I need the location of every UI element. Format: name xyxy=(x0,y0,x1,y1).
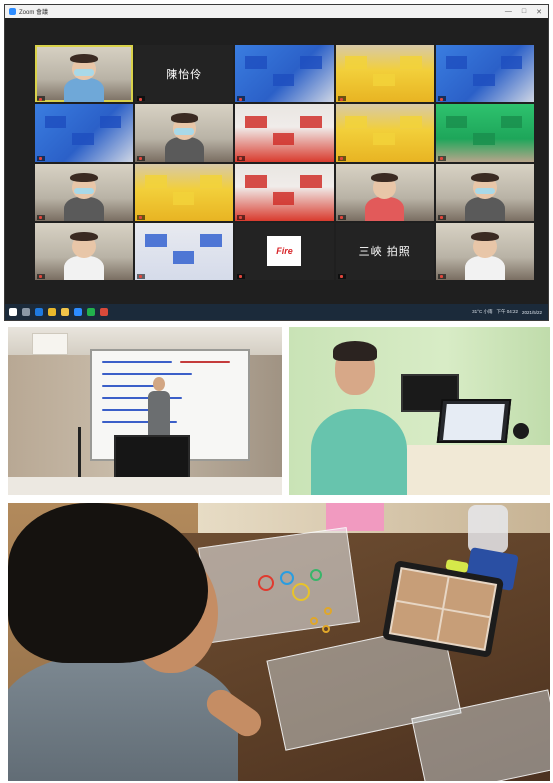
participant-tile[interactable] xyxy=(235,163,334,221)
webcam xyxy=(513,423,529,439)
participant-tile[interactable] xyxy=(435,104,534,162)
participant-tile[interactable] xyxy=(435,222,534,280)
participant-label xyxy=(437,155,446,161)
tray-time: 下午 04:22 xyxy=(496,309,518,314)
muted-mic-icon xyxy=(339,156,343,160)
participant-tile[interactable]: 陳怡伶 xyxy=(135,45,234,103)
participant-tile[interactable] xyxy=(35,45,134,103)
start-icon[interactable] xyxy=(9,308,17,316)
participant-tile[interactable] xyxy=(235,104,334,162)
participant-tile[interactable]: Fire xyxy=(235,222,334,280)
video-gallery: 陳怡伶 Fire 三峽 拍照 xyxy=(35,45,534,280)
zoom-app-icon xyxy=(9,8,16,15)
participant-label xyxy=(37,155,45,161)
participant-label xyxy=(337,155,346,161)
participant-label xyxy=(437,96,446,102)
window-titlebar: Zoom 會議 — □ ✕ xyxy=(5,5,548,18)
muted-mic-icon xyxy=(39,275,42,279)
zoom-taskbar-icon[interactable] xyxy=(74,308,82,316)
muted-mic-icon xyxy=(239,216,243,220)
boy-with-tablet-photo xyxy=(8,503,550,781)
muted-mic-icon xyxy=(139,216,143,220)
app-icon[interactable] xyxy=(100,308,108,316)
participant-tile[interactable] xyxy=(135,222,234,280)
participant-label xyxy=(237,96,246,102)
participant-tile[interactable] xyxy=(335,45,434,103)
folder-icon[interactable] xyxy=(61,308,69,316)
participant-label xyxy=(437,214,446,220)
participant-label xyxy=(337,96,346,102)
participant-tile[interactable] xyxy=(335,163,434,221)
participant-name-display: 三峽 拍照 xyxy=(358,246,411,259)
system-tray: 31°C 小雨 下午 04:22 2021/5/22 xyxy=(472,309,542,315)
muted-mic-icon xyxy=(339,216,343,220)
edge-icon[interactable] xyxy=(35,308,43,316)
participant-label xyxy=(237,155,246,161)
participant-label xyxy=(137,274,146,279)
participant-tile[interactable] xyxy=(35,104,134,162)
participant-label xyxy=(37,96,45,102)
muted-mic-icon xyxy=(439,156,443,160)
muted-mic-icon xyxy=(139,156,143,160)
window-controls: — □ ✕ xyxy=(505,8,542,16)
muted-mic-icon xyxy=(39,97,42,101)
man-at-laptop-photo xyxy=(289,327,550,495)
muted-mic-icon xyxy=(339,275,343,279)
participant-tile[interactable] xyxy=(435,163,534,221)
tray-date: 2021/5/22 xyxy=(521,309,542,315)
muted-mic-icon xyxy=(439,97,443,101)
participant-label xyxy=(237,274,246,279)
participant-tile[interactable] xyxy=(35,222,134,280)
muted-mic-icon xyxy=(339,97,343,101)
close-button[interactable]: ✕ xyxy=(536,8,542,16)
participant-tile[interactable] xyxy=(35,163,134,221)
fire-logo: Fire xyxy=(267,236,302,267)
participant-name-display: 陳怡伶 xyxy=(166,68,203,81)
muted-mic-icon xyxy=(239,275,243,279)
participant-tile[interactable] xyxy=(235,45,334,103)
participant-tile[interactable]: 三峽 拍照 xyxy=(335,222,434,280)
participant-tile[interactable] xyxy=(135,163,234,221)
participant-label xyxy=(137,214,146,220)
whiteboard-classroom-photo xyxy=(8,327,282,495)
maximize-button[interactable]: □ xyxy=(522,8,526,16)
muted-mic-icon xyxy=(39,216,42,220)
muted-mic-icon xyxy=(439,216,443,220)
participant-tile[interactable] xyxy=(435,45,534,103)
participant-tile[interactable] xyxy=(135,104,234,162)
chrome-icon[interactable] xyxy=(48,308,56,316)
zoom-meeting-window: Zoom 會議 — □ ✕ 陳怡伶 Fire 三峽 拍照 31°C 小雨 下午 04… xyxy=(4,4,549,321)
participant-tile[interactable] xyxy=(335,104,434,162)
participant-label xyxy=(137,96,146,102)
participant-label xyxy=(237,214,246,220)
participant-label xyxy=(437,274,446,279)
participant-label xyxy=(137,155,146,161)
participant-label xyxy=(337,274,346,279)
line-icon[interactable] xyxy=(87,308,95,316)
muted-mic-icon xyxy=(239,156,243,160)
weather-text: 31°C 小雨 xyxy=(472,309,493,314)
laptop xyxy=(436,399,512,443)
window-title: Zoom 會議 xyxy=(19,10,49,16)
muted-mic-icon xyxy=(139,97,143,101)
participant-label xyxy=(337,214,346,220)
teacher-figure xyxy=(148,377,170,437)
participant-label xyxy=(37,274,45,279)
muted-mic-icon xyxy=(39,156,42,160)
muted-mic-icon xyxy=(139,275,143,279)
windows-taskbar: 31°C 小雨 下午 04:22 2021/5/22 xyxy=(5,304,548,320)
muted-mic-icon xyxy=(239,97,243,101)
participant-label xyxy=(37,214,45,220)
search-icon[interactable] xyxy=(22,308,30,316)
monitor xyxy=(114,435,190,481)
muted-mic-icon xyxy=(439,275,443,279)
minimize-button[interactable]: — xyxy=(505,8,512,16)
